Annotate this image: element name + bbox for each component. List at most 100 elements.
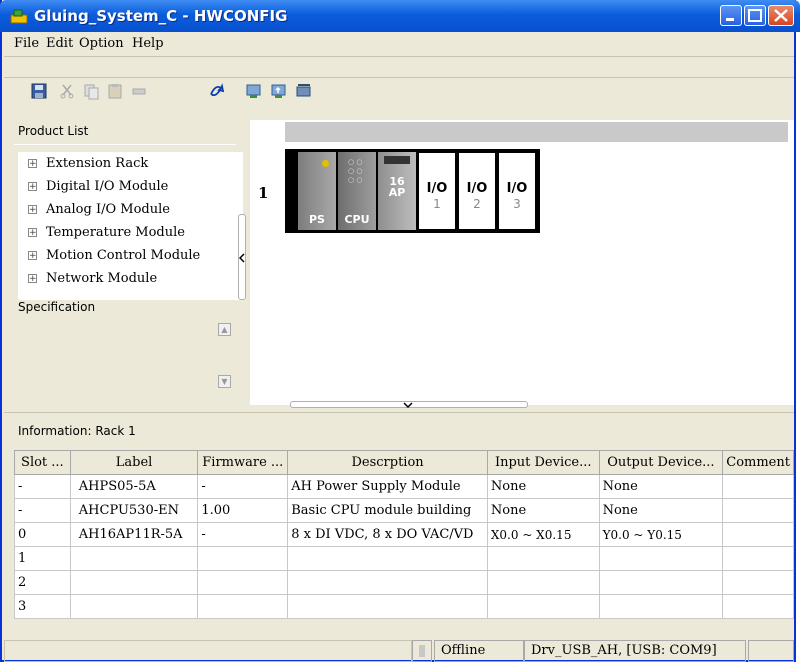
- slot-cpu[interactable]: ○ ○ ○ ○ ○ ○ CPU: [338, 152, 376, 230]
- copy-icon[interactable]: [82, 82, 100, 100]
- col-description[interactable]: Descrption: [287, 450, 488, 475]
- panel-divider: [14, 144, 236, 145]
- cell-firmware: -: [197, 522, 289, 547]
- table-header-row: Slot ... Label Firmware ... Descrption I…: [14, 450, 794, 475]
- collapse-handle[interactable]: [238, 214, 246, 300]
- cpu-leds: ○ ○ ○ ○ ○ ○: [348, 158, 363, 184]
- expand-icon[interactable]: +: [28, 274, 37, 284]
- cell-description: 8 x DI VDC, 8 x DO VAC/VD: [287, 522, 488, 547]
- slot-ps[interactable]: PS: [298, 152, 336, 230]
- cell-output-device: [598, 546, 724, 571]
- slot-io-3[interactable]: I/O 3: [498, 152, 536, 230]
- tree-item-label: Motion Control Module: [46, 248, 201, 263]
- slot-number: 1: [433, 197, 441, 211]
- app-icon: [10, 9, 28, 24]
- power-led-icon: [322, 160, 329, 167]
- rack-number: 1: [258, 184, 269, 202]
- cell-output-device: None: [598, 498, 724, 523]
- table-row[interactable]: 0 AH16AP11R-5A - 8 x DI VDC, 8 x DO VAC/…: [14, 522, 794, 547]
- cell-comment[interactable]: [722, 474, 794, 499]
- slot-io-2[interactable]: I/O 2: [458, 152, 496, 230]
- cell-firmware: [197, 594, 289, 619]
- minimize-button[interactable]: [720, 5, 742, 26]
- toolbar-divider: [4, 77, 794, 78]
- cell-firmware: 1.00: [197, 498, 289, 523]
- status-mode: Offline: [434, 640, 524, 662]
- col-slot[interactable]: Slot ...: [14, 450, 71, 475]
- cell-label: AHCPU530-EN: [69, 498, 199, 523]
- product-tree: + Extension Rack + Digital I/O Module + …: [18, 152, 243, 300]
- cell-firmware: -: [197, 474, 289, 499]
- slot-16ap[interactable]: 16 AP: [378, 152, 416, 230]
- menu-file[interactable]: File: [14, 36, 39, 51]
- specification-title: Specification: [18, 300, 96, 314]
- scroll-up-button[interactable]: ▲: [218, 323, 231, 336]
- refresh-icon[interactable]: [207, 82, 225, 100]
- maximize-button[interactable]: [744, 5, 766, 26]
- slot-label: I/O: [426, 181, 448, 196]
- slot-number: 3: [513, 197, 521, 211]
- status-driver: Drv_USB_AH, [USB: COM9]: [524, 640, 746, 662]
- cell-slot: 0: [14, 522, 71, 547]
- slot-label: I/O: [506, 181, 528, 196]
- cell-label: [69, 594, 199, 619]
- scroll-down-button[interactable]: ▼: [218, 375, 231, 388]
- cell-description: [287, 570, 488, 595]
- slot-label: 16 AP: [388, 175, 406, 199]
- slot-label: PS: [309, 213, 325, 226]
- menu-edit[interactable]: Edit: [46, 36, 73, 51]
- menu-bar: File Edit Option Help: [4, 34, 794, 54]
- menu-option[interactable]: Option: [79, 36, 124, 51]
- cell-output-device: None: [598, 474, 724, 499]
- menu-help[interactable]: Help: [132, 36, 164, 51]
- title-bar[interactable]: Gluing_System_C - HWCONFIG: [0, 0, 800, 32]
- upload-icon[interactable]: [270, 82, 288, 100]
- info-title: Information: Rack 1: [18, 424, 136, 438]
- cell-label: AHPS05-5A: [69, 474, 199, 499]
- tree-item-label: Temperature Module: [46, 225, 185, 240]
- close-button[interactable]: [768, 5, 794, 26]
- product-list-title: Product List: [18, 124, 89, 138]
- cell-input-device: [486, 594, 600, 619]
- cell-comment[interactable]: [722, 594, 794, 619]
- cell-description: [287, 594, 488, 619]
- delete-icon[interactable]: [130, 82, 148, 100]
- cut-icon[interactable]: [58, 82, 76, 100]
- cell-label: [69, 570, 199, 595]
- expand-icon[interactable]: +: [28, 205, 37, 215]
- cell-comment[interactable]: [722, 570, 794, 595]
- cell-output-device: Y0.0 ~ Y0.15: [598, 522, 724, 547]
- io-led-strip: [384, 156, 410, 164]
- rack: PS ○ ○ ○ ○ ○ ○ CPU 16 AP I/O 1 I/O 2 I/O 3: [285, 149, 540, 233]
- table-row[interactable]: 3: [14, 594, 794, 619]
- info-divider: [4, 412, 794, 413]
- expand-icon[interactable]: +: [28, 251, 37, 261]
- cell-comment[interactable]: [722, 522, 794, 547]
- download-icon[interactable]: [245, 82, 263, 100]
- expand-icon[interactable]: +: [28, 182, 37, 192]
- scan-icon[interactable]: [295, 82, 313, 100]
- paste-icon[interactable]: [106, 82, 124, 100]
- table-row[interactable]: - AHCPU530-EN 1.00 Basic CPU module buil…: [14, 498, 794, 523]
- slot-label: CPU: [344, 213, 370, 226]
- table-row[interactable]: 1: [14, 546, 794, 571]
- cell-output-device: [598, 594, 724, 619]
- cell-comment[interactable]: [722, 498, 794, 523]
- tree-item-label: Extension Rack: [46, 156, 149, 171]
- cell-description: Basic CPU module building: [287, 498, 488, 523]
- slot-io-1[interactable]: I/O 1: [418, 152, 456, 230]
- table-row[interactable]: 2: [14, 570, 794, 595]
- col-comment[interactable]: Comment: [722, 450, 794, 475]
- expand-icon[interactable]: +: [28, 159, 37, 169]
- col-firmware[interactable]: Firmware ...: [197, 450, 289, 475]
- save-icon[interactable]: [30, 82, 48, 100]
- expand-icon[interactable]: +: [28, 228, 37, 238]
- status-cell-blank: [748, 640, 794, 662]
- table-row[interactable]: - AHPS05-5A - AH Power Supply Module Non…: [14, 474, 794, 499]
- cell-comment[interactable]: [722, 546, 794, 571]
- col-label[interactable]: Label: [69, 450, 199, 475]
- col-input-device[interactable]: Input Device...: [486, 450, 600, 475]
- cell-input-device: None: [486, 474, 600, 499]
- splitter-handle[interactable]: [290, 401, 528, 408]
- col-output-device[interactable]: Output Device...: [598, 450, 724, 475]
